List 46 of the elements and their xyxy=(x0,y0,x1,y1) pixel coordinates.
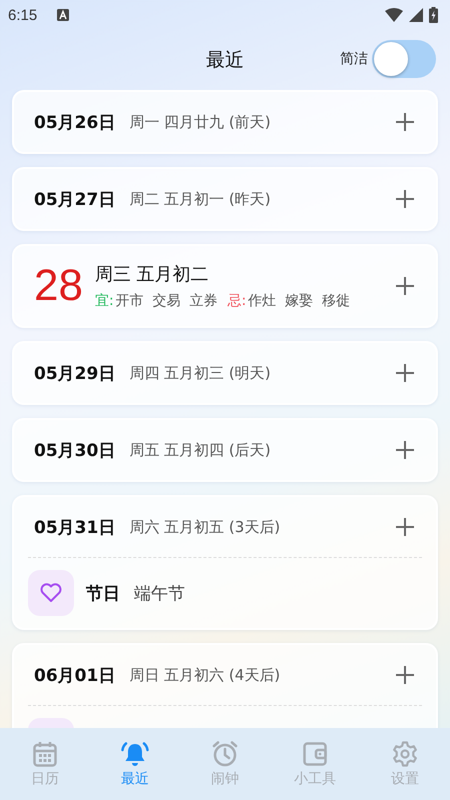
settings-icon xyxy=(392,740,418,766)
date-text: 06月01日 xyxy=(34,664,116,686)
day-card[interactable]: 05月27日 周二 五月初一 (昨天) xyxy=(12,167,438,231)
add-icon[interactable] xyxy=(396,190,414,208)
day-card[interactable]: 05月29日 周四 五月初三 (明天) xyxy=(12,341,438,405)
toggle-label: 简洁 xyxy=(340,50,368,68)
lunar-info: 周三 五月初二 xyxy=(94,263,210,286)
add-icon[interactable] xyxy=(396,113,414,131)
lunar-info: 周一 四月廿九 (前天) xyxy=(129,112,271,132)
date-text: 05月31日 xyxy=(34,516,116,538)
bell-icon xyxy=(121,740,149,766)
toggle-switch[interactable] xyxy=(372,40,436,78)
status-time: 6:15 xyxy=(8,6,38,24)
wifi-icon xyxy=(385,8,403,22)
suitable-list: 开市 交易 立券 xyxy=(116,292,218,310)
add-icon[interactable] xyxy=(396,364,414,382)
today-day-number: 28 xyxy=(34,261,83,311)
day-card[interactable]: 05月30日 周五 五月初四 (后天) xyxy=(12,418,438,482)
lunar-info: 周五 五月初四 (后天) xyxy=(129,440,271,460)
battery-icon xyxy=(429,7,438,23)
suitable-label: 宜: xyxy=(94,292,114,310)
signal-icon xyxy=(409,8,423,22)
avoid-label: 忌: xyxy=(227,292,246,310)
add-icon[interactable] xyxy=(396,518,414,536)
event-name: 端午节 xyxy=(134,582,185,604)
day-card[interactable]: 06月01日 周日 五月初六 (4天后) xyxy=(12,643,438,728)
keyboard-notification-icon xyxy=(57,9,70,21)
lunar-info: 周六 五月初五 (3天后) xyxy=(129,518,280,536)
alarm-clock-icon xyxy=(212,740,238,766)
day-card[interactable]: 05月31日 周六 五月初五 (3天后) 节日 端午节 xyxy=(12,495,438,630)
page-title: 最近 xyxy=(206,48,244,73)
add-icon[interactable] xyxy=(396,666,414,684)
wallet-icon xyxy=(303,740,327,766)
lunar-info: 周二 五月初一 (昨天) xyxy=(129,190,271,208)
lunar-info: 周四 五月初三 (明天) xyxy=(129,364,271,382)
date-text: 05月30日 xyxy=(34,440,116,462)
avoid-list: 作灶 嫁娶 移徙 xyxy=(248,292,350,310)
date-text: 05月29日 xyxy=(34,362,116,384)
add-icon[interactable] xyxy=(396,277,414,295)
add-icon[interactable] xyxy=(396,441,414,459)
lunar-info: 周日 五月初六 (4天后) xyxy=(129,666,280,684)
date-text: 05月26日 xyxy=(34,112,116,134)
event-type: 节日 xyxy=(86,582,120,604)
calendar-icon xyxy=(33,740,57,766)
day-card[interactable]: 05月26日 周一 四月廿九 (前天) xyxy=(12,90,438,154)
date-text: 05月27日 xyxy=(34,188,116,210)
